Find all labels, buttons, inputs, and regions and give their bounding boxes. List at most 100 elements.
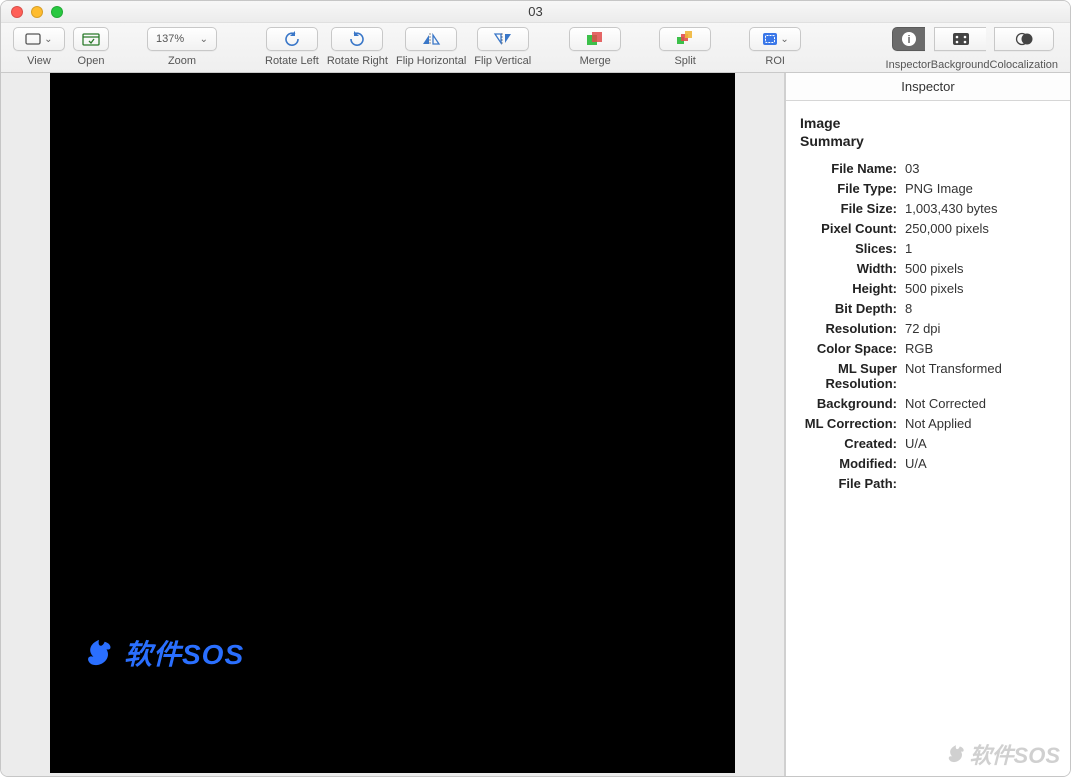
canvas-area[interactable]: 软件SOS [1, 73, 785, 776]
colocalization-button[interactable] [994, 27, 1054, 51]
chevron-down-icon: ⌄ [41, 34, 52, 45]
rotate-left-label: Rotate Left [265, 55, 319, 67]
label-created: Created: [800, 436, 905, 451]
merge-icon [586, 31, 604, 47]
label-background: Background: [800, 396, 905, 411]
colocalization-icon [1014, 32, 1034, 46]
value-ml-correction: Not Applied [905, 416, 1056, 431]
label-height: Height: [800, 281, 905, 296]
open-tool: Open [73, 27, 109, 67]
split-icon [676, 31, 694, 47]
zoom-tool: 137% ⌄ Zoom [147, 27, 217, 67]
view-icon [25, 33, 41, 45]
merge-tool: Merge [569, 27, 621, 67]
value-resolution: 72 dpi [905, 321, 1056, 336]
value-color-space: RGB [905, 341, 1056, 356]
canvas-watermark-text: 软件SOS [124, 633, 244, 673]
value-file-name: 03 [905, 161, 1056, 176]
background-tool: Background [931, 27, 990, 71]
value-bit-depth: 8 [905, 301, 1056, 316]
roi-tool: ⌄ ROI [749, 27, 801, 67]
chevron-down-icon: ⌄ [200, 34, 208, 45]
merge-label: Merge [580, 55, 611, 67]
rotate-right-label: Rotate Right [327, 55, 388, 67]
value-file-size: 1,003,430 bytes [905, 201, 1056, 216]
value-width: 500 pixels [905, 261, 1056, 276]
background-label: Background [931, 59, 990, 71]
label-ml-super: ML SuperResolution: [800, 361, 905, 391]
label-file-type: File Type: [800, 181, 905, 196]
inspector-panel: Image Summary File Name:03 File Type:PNG… [786, 101, 1070, 496]
inspector-label: Inspector [886, 59, 931, 71]
rotate-right-tool: Rotate Right [327, 27, 388, 67]
flip-vertical-button[interactable] [477, 27, 529, 51]
colocalization-tool: Colocalization [990, 27, 1058, 71]
view-label: View [27, 55, 51, 67]
zoom-value: 137% [156, 33, 184, 45]
label-file-path: File Path: [800, 476, 905, 491]
value-file-type: PNG Image [905, 181, 1056, 196]
flip-vertical-icon [493, 32, 513, 46]
label-modified: Modified: [800, 456, 905, 471]
background-button[interactable] [934, 27, 986, 51]
inspector-tab[interactable]: Inspector [786, 73, 1070, 101]
chevron-down-icon: ⌄ [778, 34, 789, 45]
panel-heading-summary: Summary [800, 133, 1056, 149]
value-height: 500 pixels [905, 281, 1056, 296]
label-pixel-count: Pixel Count: [800, 221, 905, 236]
value-modified: U/A [905, 456, 1056, 471]
label-file-size: File Size: [800, 201, 905, 216]
view-tool: ⌄ View [13, 27, 65, 67]
panel-heading-image: Image [800, 115, 1056, 131]
inspector-button[interactable]: i [892, 27, 925, 51]
rotate-left-button[interactable] [266, 27, 318, 51]
content-area: 软件SOS Inspector Image Summary File Name:… [1, 73, 1070, 776]
merge-button[interactable] [569, 27, 621, 51]
flip-v-tool: Flip Vertical [474, 27, 531, 67]
rotate-right-button[interactable] [331, 27, 383, 51]
svg-text:i: i [907, 34, 910, 46]
roi-label: ROI [765, 55, 785, 67]
app-window: 03 ⌄ View Open [0, 0, 1071, 777]
background-icon [952, 32, 970, 46]
window-title: 03 [1, 4, 1070, 19]
open-button[interactable] [73, 27, 109, 51]
value-background: Not Corrected [905, 396, 1056, 411]
value-slices: 1 [905, 241, 1056, 256]
rotate-left-icon [283, 31, 301, 47]
label-file-name: File Name: [800, 161, 905, 176]
label-color-space: Color Space: [800, 341, 905, 356]
value-created: U/A [905, 436, 1056, 451]
value-pixel-count: 250,000 pixels [905, 221, 1056, 236]
open-icon [82, 32, 100, 46]
flip-h-label: Flip Horizontal [396, 55, 466, 67]
inspector-tool: i Inspector [886, 27, 931, 71]
view-button[interactable]: ⌄ [13, 27, 65, 51]
canvas-watermark: 软件SOS [84, 633, 244, 673]
label-ml-correction: ML Correction: [800, 416, 905, 431]
rotate-right-icon [348, 31, 366, 47]
label-slices: Slices: [800, 241, 905, 256]
titlebar: 03 [1, 1, 1070, 23]
rotate-left-tool: Rotate Left [265, 27, 319, 67]
split-label: Split [674, 55, 695, 67]
swirl-icon [84, 638, 114, 668]
info-icon: i [901, 31, 917, 47]
split-tool: Split [659, 27, 711, 67]
label-bit-depth: Bit Depth: [800, 301, 905, 316]
split-button[interactable] [659, 27, 711, 51]
zoom-button[interactable]: 137% ⌄ [147, 27, 217, 51]
label-resolution: Resolution: [800, 321, 905, 336]
value-ml-super: Not Transformed [905, 361, 1056, 376]
toolbar: ⌄ View Open 137% ⌄ Zoom [1, 23, 1070, 73]
flip-horizontal-icon [421, 32, 441, 46]
colocalization-label: Colocalization [990, 59, 1058, 71]
flip-h-tool: Flip Horizontal [396, 27, 466, 67]
inspector-sidebar: Inspector Image Summary File Name:03 Fil… [785, 73, 1070, 776]
flip-horizontal-button[interactable] [405, 27, 457, 51]
roi-icon [762, 32, 778, 46]
image-canvas: 软件SOS [50, 73, 735, 773]
zoom-label: Zoom [168, 55, 196, 67]
roi-button[interactable]: ⌄ [749, 27, 801, 51]
label-width: Width: [800, 261, 905, 276]
